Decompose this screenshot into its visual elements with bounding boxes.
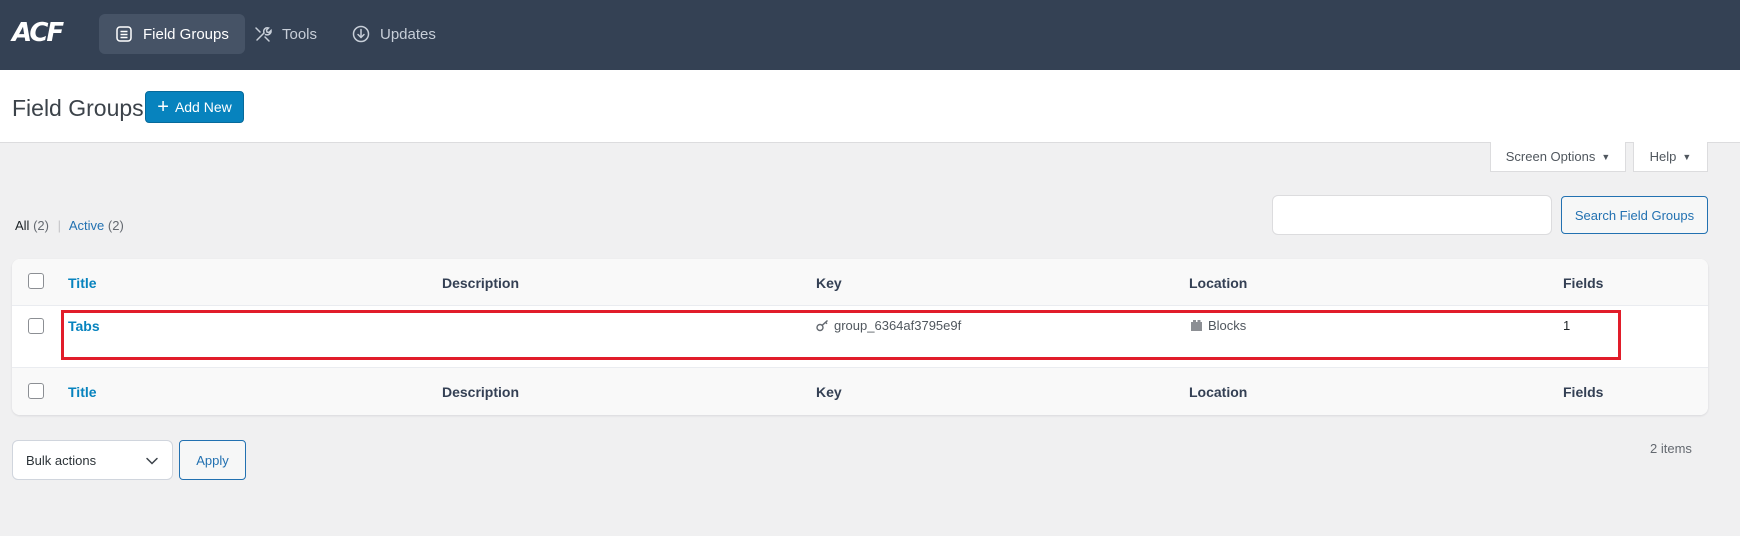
caret-down-icon: ▼: [1682, 151, 1692, 162]
table-footer: Title Description Key Location Fields: [12, 367, 1708, 415]
bulk-actions-select[interactable]: Bulk actions: [12, 440, 173, 480]
column-location-footer: Location: [1189, 384, 1248, 400]
column-fields: Fields: [1563, 275, 1604, 291]
help-label: Help: [1649, 149, 1677, 164]
plus-icon: +: [157, 96, 169, 118]
filter-active-count: (2): [107, 218, 124, 233]
row-location-text: Blocks: [1208, 318, 1247, 333]
row-title-link[interactable]: Tabs: [68, 318, 100, 334]
key-icon: [816, 319, 828, 332]
row-checkbox[interactable]: [28, 318, 44, 334]
block-icon: [1191, 320, 1202, 331]
table-header: Title Description Key Location Fields: [12, 259, 1708, 306]
column-title-footer[interactable]: Title: [68, 384, 97, 400]
page-title: Field Groups: [12, 95, 144, 121]
row-key-text: group_6364af3795e9f: [834, 318, 962, 333]
bulk-actions-value: Bulk actions: [26, 452, 97, 468]
select-all-checkbox[interactable]: [28, 273, 44, 289]
screen-options-label: Screen Options: [1505, 149, 1596, 164]
add-new-label: Add New: [174, 99, 232, 115]
caret-down-icon: ▼: [1601, 151, 1611, 162]
acf-logo[interactable]: ACF: [12, 19, 66, 47]
search-input[interactable]: [1272, 195, 1552, 235]
nav-field-groups[interactable]: Field Groups: [99, 14, 245, 54]
list-icon: [116, 26, 132, 42]
filter-separator: |: [57, 218, 61, 233]
filter-all[interactable]: All: [15, 218, 29, 233]
add-new-button[interactable]: + Add New: [145, 91, 244, 123]
field-groups-table: Title Description Key Location Fields Ta…: [12, 259, 1708, 415]
column-description-footer: Description: [442, 384, 520, 400]
chevron-down-icon: [146, 457, 158, 465]
filter-all-count: (2): [33, 218, 49, 233]
screen-options-button[interactable]: Screen Options ▼: [1490, 142, 1626, 172]
tools-icon: [255, 27, 272, 42]
nav-updates[interactable]: Updates: [336, 14, 452, 54]
search-button[interactable]: Search Field Groups: [1561, 196, 1708, 234]
nav-label: Field Groups: [143, 25, 229, 43]
top-nav: ACF Field Groups Tools Updates: [0, 0, 1740, 70]
help-button[interactable]: Help ▼: [1633, 142, 1708, 172]
column-title[interactable]: Title: [68, 275, 97, 291]
column-key-footer: Key: [816, 384, 842, 400]
download-icon: [352, 25, 370, 43]
select-all-checkbox-footer[interactable]: [28, 383, 44, 399]
nav-tools[interactable]: Tools: [238, 14, 333, 54]
apply-button[interactable]: Apply: [179, 440, 246, 480]
column-description: Description: [442, 275, 520, 291]
nav-label: Updates: [380, 25, 436, 43]
page-header: Field Groups + Add New: [0, 70, 1740, 143]
column-key: Key: [816, 275, 842, 291]
row-key: group_6364af3795e9f: [816, 318, 961, 333]
column-location: Location: [1189, 275, 1248, 291]
status-filters: All (2) | Active (2): [15, 218, 124, 233]
table-row: Tabs group_6364af3795e9f Blocks 1: [12, 306, 1708, 366]
nav-label: Tools: [282, 25, 318, 43]
filter-active[interactable]: Active: [69, 218, 104, 233]
row-fields-count: 1: [1563, 318, 1571, 333]
items-count: 2 items: [1650, 441, 1692, 456]
row-location: Blocks: [1190, 318, 1246, 333]
column-fields-footer: Fields: [1563, 384, 1604, 400]
